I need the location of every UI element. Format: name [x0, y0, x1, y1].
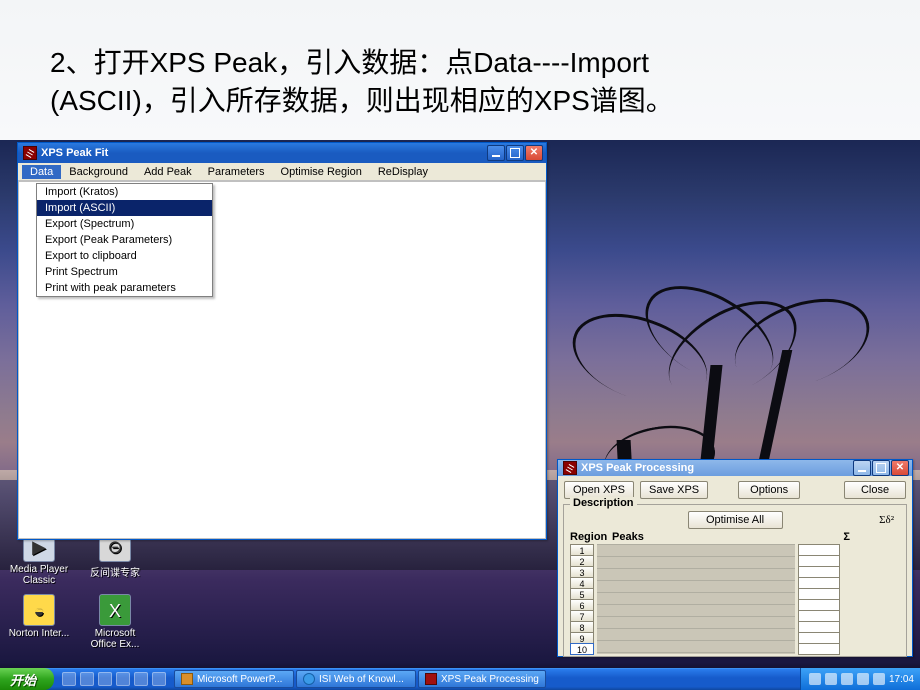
slide-title: 2、打开XPS Peak，引入数据：点Data----Import (ASCII… — [50, 44, 870, 120]
titlebar-proc[interactable]: XPS Peak Processing — [558, 460, 912, 476]
system-tray: 17:04 — [800, 668, 920, 690]
menu-parameters[interactable]: Parameters — [200, 165, 273, 179]
minimize-button[interactable] — [487, 145, 505, 161]
description-group: Description Optimise All Σδ² Region Peak… — [563, 504, 907, 657]
maximize-button[interactable] — [872, 460, 890, 476]
minimize-button[interactable] — [853, 460, 871, 476]
options-button[interactable]: Options — [738, 481, 800, 499]
quick-launch-icon[interactable] — [98, 672, 112, 686]
quick-launch — [58, 672, 170, 686]
task-xps[interactable]: XPS Peak Processing — [418, 670, 546, 688]
close-button[interactable] — [891, 460, 909, 476]
menu-import-ascii[interactable]: Import (ASCII) — [37, 200, 212, 216]
xps-icon — [425, 673, 437, 685]
maximize-button[interactable] — [506, 145, 524, 161]
menu-optimise-region[interactable]: Optimise Region — [273, 165, 370, 179]
quick-launch-icon[interactable] — [134, 672, 148, 686]
menu-print-spectrum[interactable]: Print Spectrum — [37, 264, 212, 280]
desktop-icon-label: Microsoft Office Ex... — [91, 628, 140, 650]
save-xps-button[interactable]: Save XPS — [640, 481, 708, 499]
xps-peak-processing-window: XPS Peak Processing Open XPS Save XPS Op… — [557, 459, 913, 657]
menu-add-peak[interactable]: Add Peak — [136, 165, 200, 179]
desktop-icon-label: 反间谍专家 — [90, 568, 140, 579]
menu-print-peak-parameters[interactable]: Print with peak parameters — [37, 280, 212, 296]
row-headers: 1 2 3 4 5 6 7 8 9 10 — [570, 544, 594, 654]
close-proc-button[interactable]: Close — [844, 481, 906, 499]
close-button[interactable] — [525, 145, 543, 161]
peaks-header: Peaks — [612, 531, 752, 543]
norton-icon: ◒ — [23, 594, 55, 626]
menu-export-peak-parameters[interactable]: Export (Peak Parameters) — [37, 232, 212, 248]
region-header: Region — [570, 531, 606, 543]
task-isi[interactable]: ISI Web of Knowl... — [296, 670, 416, 688]
task-label: Microsoft PowerP... — [197, 674, 282, 685]
quick-launch-icon[interactable] — [62, 672, 76, 686]
task-label: XPS Peak Processing — [441, 674, 539, 685]
menu-background[interactable]: Background — [61, 165, 136, 179]
column-headers: Region Peaks Σ — [570, 531, 900, 543]
menu-redisplay[interactable]: ReDisplay — [370, 165, 436, 179]
tray-icon[interactable] — [809, 673, 821, 685]
delta-cell[interactable] — [798, 643, 840, 655]
app-icon — [563, 461, 577, 475]
menu-export-spectrum[interactable]: Export (Spectrum) — [37, 216, 212, 232]
ie-icon — [303, 673, 315, 685]
delta-column — [798, 544, 840, 654]
desktop-area: ▶ Media Player Classic ⊝ 反间谍专家 ◒ Norton … — [0, 140, 920, 690]
start-label: 开始 — [10, 670, 36, 689]
desktop-icon-label: Norton Inter... — [9, 628, 70, 639]
desktop-icon-excel[interactable]: X Microsoft Office Ex... — [84, 594, 146, 650]
start-button[interactable]: 开始 — [0, 668, 54, 690]
menu-export-clipboard[interactable]: Export to clipboard — [37, 248, 212, 264]
peaks-grid[interactable] — [597, 544, 795, 654]
tray-icon[interactable] — [825, 673, 837, 685]
quick-launch-icon[interactable] — [80, 672, 94, 686]
slide-line1: 2、打开XPS Peak，引入数据：点Data----Import — [50, 47, 649, 78]
row-header-10[interactable]: 10 — [570, 643, 594, 655]
desktop-icon-label: Media Player Classic — [10, 564, 68, 586]
taskbar-tasks: Microsoft PowerP... ISI Web of Knowl... … — [170, 670, 800, 688]
task-label: ISI Web of Knowl... — [319, 674, 404, 685]
optimise-all-button[interactable]: Optimise All — [688, 511, 783, 529]
data-menu-dropdown: Import (Kratos) Import (ASCII) Export (S… — [36, 183, 213, 297]
menubar: Data Background Add Peak Parameters Opti… — [18, 163, 546, 181]
quick-launch-icon[interactable] — [116, 672, 130, 686]
xps-peak-fit-window: XPS Peak Fit Data Background Add Peak Pa… — [17, 142, 547, 540]
desktop-icon-norton[interactable]: ◒ Norton Inter... — [8, 594, 70, 639]
window-title: XPS Peak Processing — [581, 462, 694, 474]
slide-line2: (ASCII)，引入所存数据，则出现相应的XPS谱图。 — [50, 85, 674, 116]
menu-import-kratos[interactable]: Import (Kratos) — [37, 184, 212, 200]
menu-data[interactable]: Data — [22, 165, 61, 179]
clock: 17:04 — [889, 674, 914, 685]
sigma-header: Σ — [843, 531, 850, 543]
tray-icon[interactable] — [873, 673, 885, 685]
excel-icon: X — [99, 594, 131, 626]
quick-launch-icon[interactable] — [152, 672, 166, 686]
titlebar-fit[interactable]: XPS Peak Fit — [18, 143, 546, 163]
tray-icon[interactable] — [841, 673, 853, 685]
window-title: XPS Peak Fit — [41, 147, 108, 159]
delta-header: Σδ² — [879, 514, 894, 526]
description-label: Description — [570, 497, 637, 509]
powerpoint-icon — [181, 673, 193, 685]
app-icon — [23, 146, 37, 160]
taskbar: 开始 Microsoft PowerP... ISI Web of Knowl.… — [0, 668, 920, 690]
task-powerpoint[interactable]: Microsoft PowerP... — [174, 670, 294, 688]
tray-icon[interactable] — [857, 673, 869, 685]
